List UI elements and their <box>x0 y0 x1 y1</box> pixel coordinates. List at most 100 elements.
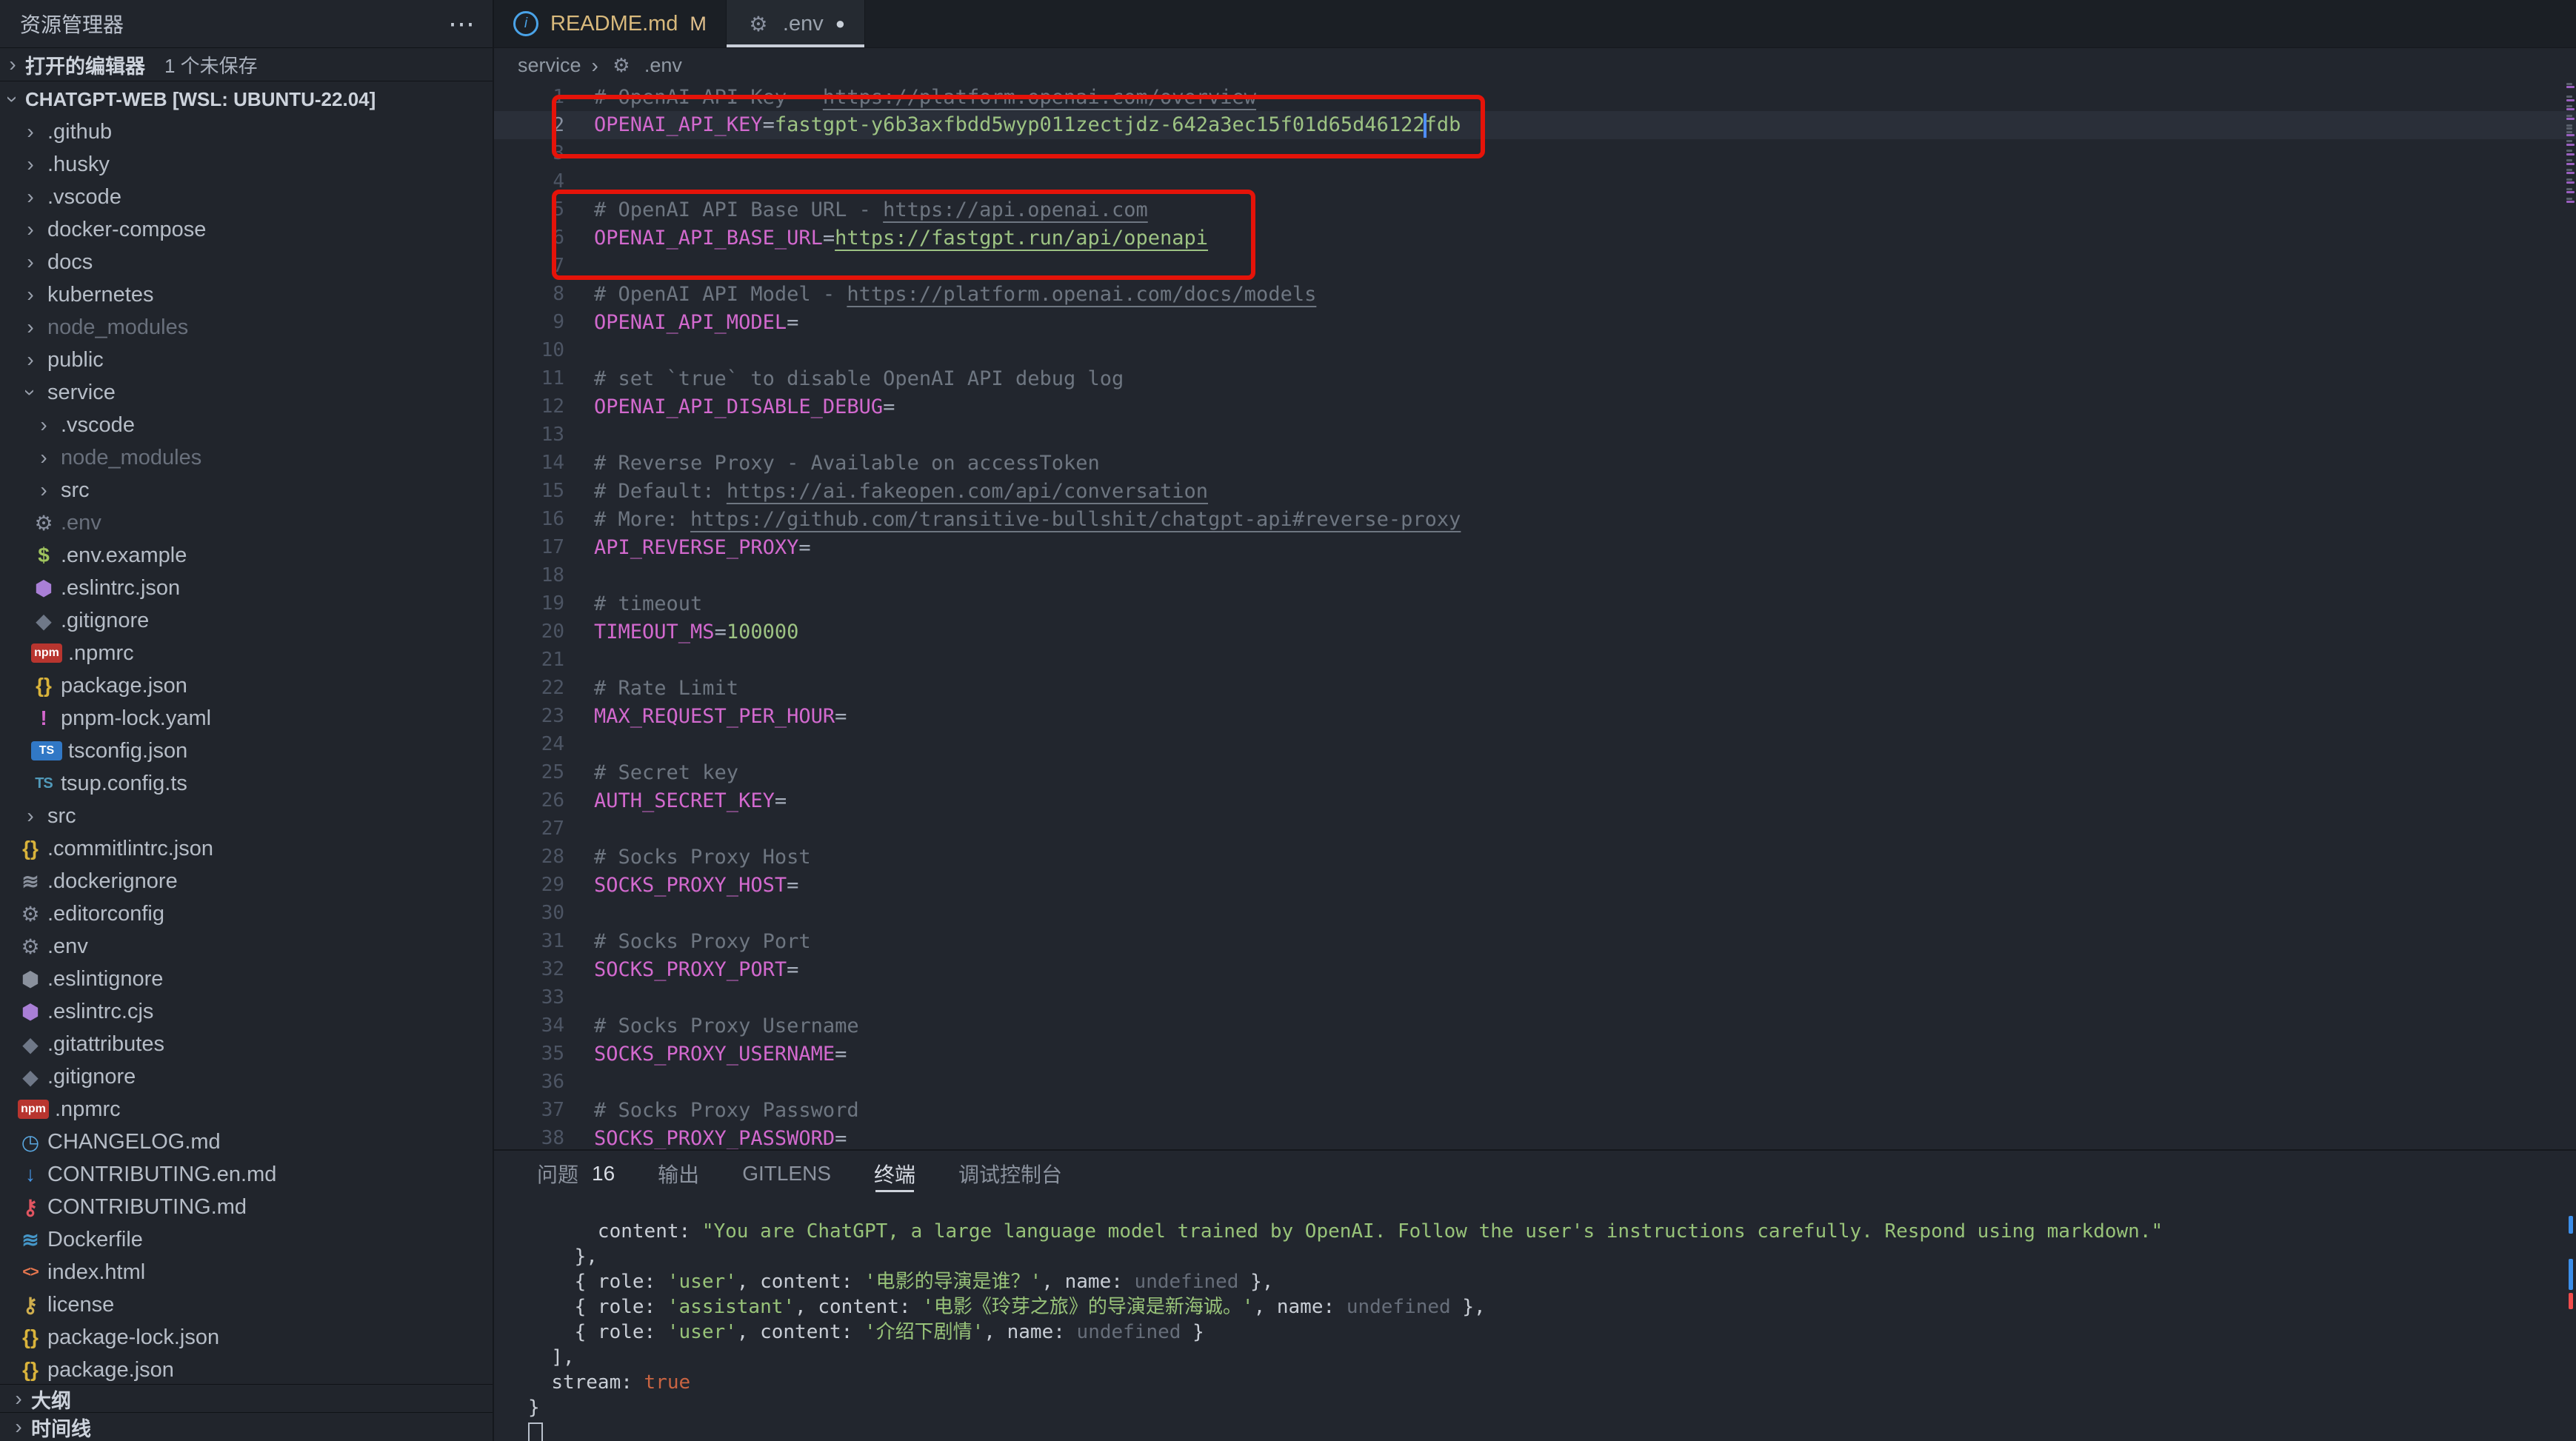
minimap[interactable] <box>2566 83 2576 1151</box>
editor-line-16[interactable]: 16# More: https://github.com/transitive-… <box>494 505 2576 533</box>
tree-file-npmrc[interactable]: npm.npmrc <box>0 637 493 669</box>
editor-line-37[interactable]: 37# Socks Proxy Password <box>494 1096 2576 1124</box>
editor-line-18[interactable]: 18 <box>494 561 2576 589</box>
tree-file-package-json[interactable]: {}package.json <box>0 1354 493 1385</box>
tree-file-editorconfig[interactable]: ⚙.editorconfig <box>0 897 493 930</box>
tree-file-dockerignore[interactable]: ≋.dockerignore <box>0 865 493 897</box>
editor-line-6[interactable]: 6OPENAI_API_BASE_URL=https://fastgpt.run… <box>494 224 2576 252</box>
panel-tab-问题[interactable]: 问题16 <box>537 1151 615 1197</box>
terminal-token: stream: <box>551 1371 633 1394</box>
tree-folder-node-modules[interactable]: ›node_modules <box>0 311 493 344</box>
editor-line-5[interactable]: 5# OpenAI API Base URL - https://api.ope… <box>494 195 2576 224</box>
editor-line-34[interactable]: 34# Socks Proxy Username <box>494 1012 2576 1040</box>
tree-file-contributing-en-md[interactable]: ↓CONTRIBUTING.en.md <box>0 1158 493 1191</box>
terminal-output[interactable]: content: "You are ChatGPT, a large langu… <box>528 1219 2558 1441</box>
tree-file-npmrc[interactable]: npm.npmrc <box>0 1093 493 1126</box>
panel-tab-终端[interactable]: 终端 <box>874 1151 915 1197</box>
timeline-section[interactable]: › 时间线 <box>0 1412 493 1441</box>
tree-file-env-example[interactable]: $.env.example <box>0 539 493 572</box>
tree-file-tsconfig-json[interactable]: TStsconfig.json <box>0 735 493 767</box>
editor-line-32[interactable]: 32SOCKS_PROXY_PORT= <box>494 955 2576 983</box>
editor-line-24[interactable]: 24 <box>494 730 2576 758</box>
more-actions-icon[interactable]: ⋯ <box>448 8 476 39</box>
editor-line-25[interactable]: 25# Secret key <box>494 758 2576 786</box>
editor-line-38[interactable]: 38SOCKS_PROXY_PASSWORD= <box>494 1124 2576 1151</box>
breadcrumb-item-service[interactable]: service <box>518 54 581 77</box>
editor-line-21[interactable]: 21 <box>494 646 2576 674</box>
tree-folder-vscode[interactable]: ›.vscode <box>0 409 493 441</box>
editor-line-14[interactable]: 14# Reverse Proxy - Available on accessT… <box>494 449 2576 477</box>
editor-line-3[interactable]: 3 <box>494 139 2576 167</box>
tree-folder-github[interactable]: ›.github <box>0 116 493 148</box>
tree-file-gitignore[interactable]: ◆.gitignore <box>0 1060 493 1093</box>
tree-folder-service[interactable]: ›service <box>0 376 493 409</box>
tree-file-dockerfile[interactable]: ≋Dockerfile <box>0 1223 493 1256</box>
tree-folder-public[interactable]: ›public <box>0 344 493 376</box>
tree-folder-vscode[interactable]: ›.vscode <box>0 181 493 213</box>
code-editor[interactable]: 1# OpenAI API Key - https://platform.ope… <box>494 83 2576 1151</box>
editor-line-12[interactable]: 12OPENAI_API_DISABLE_DEBUG= <box>494 392 2576 421</box>
editor-line-8[interactable]: 8# OpenAI API Model - https://platform.o… <box>494 280 2576 308</box>
editor-line-10[interactable]: 10 <box>494 336 2576 364</box>
editor-line-26[interactable]: 26AUTH_SECRET_KEY= <box>494 786 2576 815</box>
minimap-mark <box>2566 86 2575 88</box>
editor-line-1[interactable]: 1# OpenAI API Key - https://platform.ope… <box>494 83 2576 111</box>
tree-file-eslintrc-cjs[interactable]: ⬢.eslintrc.cjs <box>0 995 493 1028</box>
editor-line-19[interactable]: 19# timeout <box>494 589 2576 618</box>
tab-readme-md[interactable]: iREADME.mdM <box>494 0 727 47</box>
tree-file-env[interactable]: ⚙.env <box>0 506 493 539</box>
tree-file-pnpm-lock-yaml[interactable]: !pnpm-lock.yaml <box>0 702 493 735</box>
tree-folder-kubernetes[interactable]: ›kubernetes <box>0 278 493 311</box>
tree-file-eslintrc-json[interactable]: ⬢.eslintrc.json <box>0 572 493 604</box>
tree-file-package-json[interactable]: {}package.json <box>0 669 493 702</box>
editor-line-31[interactable]: 31# Socks Proxy Port <box>494 927 2576 955</box>
outline-section[interactable]: › 大纲 <box>0 1384 493 1413</box>
editor-line-22[interactable]: 22# Rate Limit <box>494 674 2576 702</box>
tree-folder-node-modules[interactable]: ›node_modules <box>0 441 493 474</box>
tree-file-index-html[interactable]: <>index.html <box>0 1256 493 1288</box>
terminal-line-5: { role: 'user', content: '介绍下剧情', name: … <box>528 1320 2558 1345</box>
dirty-dot-icon[interactable]: ● <box>835 14 845 33</box>
editor-line-7[interactable]: 7 <box>494 252 2576 280</box>
tree-file-gitattributes[interactable]: ◆.gitattributes <box>0 1028 493 1060</box>
editor-line-9[interactable]: 9OPENAI_API_MODEL= <box>494 308 2576 336</box>
tree-folder-src[interactable]: ›src <box>0 800 493 832</box>
editor-line-11[interactable]: 11# set `true` to disable OpenAI API deb… <box>494 364 2576 392</box>
editor-line-29[interactable]: 29SOCKS_PROXY_HOST= <box>494 871 2576 899</box>
editor-line-17[interactable]: 17API_REVERSE_PROXY= <box>494 533 2576 561</box>
tree-file-contributing-md[interactable]: ⚷CONTRIBUTING.md <box>0 1191 493 1223</box>
tree-file-gitignore[interactable]: ◆.gitignore <box>0 604 493 637</box>
minimap-mark <box>2566 191 2575 193</box>
breadcrumb-item-env[interactable]: .env <box>644 54 682 77</box>
tree-file-package-lock-json[interactable]: {}package-lock.json <box>0 1321 493 1354</box>
editor-line-4[interactable]: 4 <box>494 167 2576 195</box>
tab-env[interactable]: ⚙.env● <box>727 0 865 47</box>
editor-line-2[interactable]: 2OPENAI_API_KEY=fastgpt-y6b3axfbdd5wyp01… <box>494 111 2576 139</box>
tree-folder-docs[interactable]: ›docs <box>0 246 493 278</box>
editor-line-35[interactable]: 35SOCKS_PROXY_USERNAME= <box>494 1040 2576 1068</box>
editor-line-23[interactable]: 23MAX_REQUEST_PER_HOUR= <box>494 702 2576 730</box>
editor-line-28[interactable]: 28# Socks Proxy Host <box>494 843 2576 871</box>
editor-line-36[interactable]: 36 <box>494 1068 2576 1096</box>
tree-file-changelog-md[interactable]: ◷CHANGELOG.md <box>0 1126 493 1158</box>
tree-file-eslintignore[interactable]: ⬢.eslintignore <box>0 963 493 995</box>
editor-line-33[interactable]: 33 <box>494 983 2576 1012</box>
panel-tab-输出[interactable]: 输出 <box>658 1151 699 1197</box>
tree-folder-src[interactable]: ›src <box>0 474 493 506</box>
breadcrumb[interactable]: service › ⚙ .env <box>494 48 2576 83</box>
tree-file-commitlintrc-json[interactable]: {}.commitlintrc.json <box>0 832 493 865</box>
tree-file-license[interactable]: ⚷license <box>0 1288 493 1321</box>
tree-folder-docker-compose[interactable]: ›docker-compose <box>0 213 493 246</box>
workspace-section[interactable]: › CHATGPT-WEB [WSL: UBUNTU-22.04] <box>0 81 493 117</box>
panel-tab-gitlens[interactable]: GITLENS <box>742 1151 831 1197</box>
tree-file-tsup-config-ts[interactable]: TStsup.config.ts <box>0 767 493 800</box>
editor-line-13[interactable]: 13 <box>494 421 2576 449</box>
editor-line-20[interactable]: 20TIMEOUT_MS=100000 <box>494 618 2576 646</box>
editor-line-30[interactable]: 30 <box>494 899 2576 927</box>
tree-file-env[interactable]: ⚙.env <box>0 930 493 963</box>
editor-line-15[interactable]: 15# Default: https://ai.fakeopen.com/api… <box>494 477 2576 505</box>
panel-tab-调试控制台[interactable]: 调试控制台 <box>958 1151 1062 1197</box>
tree-folder-husky[interactable]: ›.husky <box>0 148 493 181</box>
open-editors-section[interactable]: › 打开的编辑器 1 个未保存 <box>0 47 493 81</box>
editor-line-27[interactable]: 27 <box>494 815 2576 843</box>
